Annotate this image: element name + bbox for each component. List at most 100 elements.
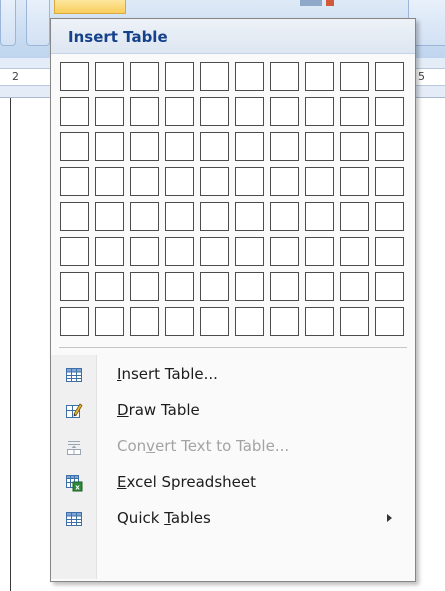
table-grid-cell[interactable] [60,307,89,336]
table-grid-cell[interactable] [270,307,299,336]
table-grid-cell[interactable] [165,167,194,196]
draw-table-icon [65,402,83,420]
table-grid-cell[interactable] [95,167,124,196]
quick-tables-icon [65,510,83,528]
table-grid-cell[interactable] [200,132,229,161]
table-grid-cell[interactable] [165,202,194,231]
table-grid-cell[interactable] [235,62,264,91]
table-grid-cell[interactable] [375,272,404,301]
ribbon-button[interactable] [26,0,50,46]
ruler-number: 5 [418,70,425,83]
table-grid-cell[interactable] [95,62,124,91]
table-grid-cell[interactable] [340,97,369,126]
table-grid-cell[interactable] [305,167,334,196]
table-grid-cell[interactable] [305,202,334,231]
ruler-number: 2 [12,70,19,83]
table-grid-cell[interactable] [200,237,229,266]
table-grid-cell[interactable] [200,97,229,126]
table-grid-cell[interactable] [60,237,89,266]
page-margin-line [10,98,11,591]
table-grid-cell[interactable] [60,97,89,126]
table-grid-cell[interactable] [165,62,194,91]
table-grid-cell[interactable] [340,272,369,301]
table-grid-cell[interactable] [305,97,334,126]
table-grid-cell[interactable] [375,202,404,231]
table-grid-cell[interactable] [235,307,264,336]
ribbon-button[interactable] [0,0,16,46]
table-grid-cell[interactable] [340,132,369,161]
table-grid-cell[interactable] [270,202,299,231]
table-grid-cell[interactable] [270,62,299,91]
table-grid-cell[interactable] [235,167,264,196]
table-grid-cell[interactable] [270,97,299,126]
menu-header: Insert Table [51,19,415,54]
table-grid-cell[interactable] [270,272,299,301]
table-grid-cell[interactable] [305,237,334,266]
table-grid-cell[interactable] [340,167,369,196]
table-grid-cell[interactable] [95,307,124,336]
table-grid-cell[interactable] [270,167,299,196]
table-grid-cell[interactable] [95,202,124,231]
table-grid-cell[interactable] [130,237,159,266]
table-grid-cell[interactable] [95,237,124,266]
table-grid-cell[interactable] [305,62,334,91]
convert-text-to-table-menu-item[interactable]: Convert Text to Table... [53,429,413,465]
table-grid-cell[interactable] [130,132,159,161]
table-grid-cell[interactable] [130,272,159,301]
insert-table-menu-item[interactable]: Insert Table... [53,357,413,393]
excel-spreadsheet-icon: x [65,474,83,492]
table-grid-cell[interactable] [235,237,264,266]
table-grid-cell[interactable] [340,62,369,91]
table-grid-cell[interactable] [375,167,404,196]
table-grid-cell[interactable] [130,202,159,231]
table-grid-cell[interactable] [130,62,159,91]
quick-tables-menu-item[interactable]: Quick Tables [53,501,413,537]
table-grid-cell[interactable] [130,307,159,336]
table-grid-cell[interactable] [340,202,369,231]
table-grid-cell[interactable] [235,272,264,301]
table-grid-cell[interactable] [305,272,334,301]
table-grid-cell[interactable] [95,97,124,126]
table-grid-cell[interactable] [60,272,89,301]
table-grid-cell[interactable] [95,272,124,301]
table-grid-cell[interactable] [60,62,89,91]
table-grid-cell[interactable] [165,237,194,266]
table-grid-cell[interactable] [60,202,89,231]
ribbon-icon [300,0,322,6]
table-grid-cell[interactable] [340,307,369,336]
table-grid-cell[interactable] [235,202,264,231]
table-size-grid[interactable] [60,62,410,340]
table-grid-cell[interactable] [200,62,229,91]
table-grid-cell[interactable] [375,97,404,126]
table-grid-cell[interactable] [165,307,194,336]
table-grid-cell[interactable] [340,237,369,266]
table-grid-cell[interactable] [95,132,124,161]
table-grid-cell[interactable] [200,272,229,301]
table-grid-cell[interactable] [270,237,299,266]
menu-title: Insert Table [68,28,168,46]
table-ribbon-button-active[interactable] [54,0,126,14]
convert-text-to-table-icon [65,438,83,456]
table-grid-cell[interactable] [375,237,404,266]
table-grid-cell[interactable] [200,167,229,196]
table-grid-cell[interactable] [270,132,299,161]
table-grid-cell[interactable] [375,62,404,91]
table-grid-cell[interactable] [235,97,264,126]
table-grid-cell[interactable] [200,307,229,336]
table-grid-cell[interactable] [165,272,194,301]
table-grid-cell[interactable] [130,167,159,196]
table-grid-cell[interactable] [130,97,159,126]
draw-table-menu-item[interactable]: Draw Table [53,393,413,429]
table-grid-cell[interactable] [375,307,404,336]
table-grid-cell[interactable] [165,132,194,161]
table-grid-cell[interactable] [305,132,334,161]
table-grid-cell[interactable] [375,132,404,161]
table-grid-cell[interactable] [60,167,89,196]
table-grid-cell[interactable] [200,202,229,231]
table-grid-cell[interactable] [165,97,194,126]
submenu-arrow-icon [387,514,392,522]
table-grid-cell[interactable] [60,132,89,161]
excel-spreadsheet-menu-item[interactable]: x Excel Spreadsheet [53,465,413,501]
table-grid-cell[interactable] [235,132,264,161]
table-grid-cell[interactable] [305,307,334,336]
